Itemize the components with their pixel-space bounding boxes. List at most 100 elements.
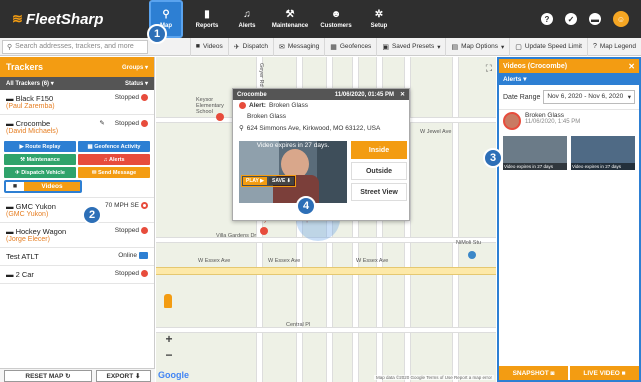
- truck-icon: ▬: [6, 119, 16, 128]
- customers-icon: ☻: [330, 8, 342, 20]
- tracker-driver: (Paul Zaremba): [6, 103, 55, 110]
- trackers-panel: Trackers Groups ▾ All Trackers (6) ▾ Sta…: [0, 57, 155, 382]
- fullscreen-icon[interactable]: ⛶: [486, 63, 492, 74]
- videos-panel-footer: SNAPSHOT ◙ LIVE VIDEO ■: [499, 366, 639, 380]
- close-icon[interactable]: ✕: [628, 62, 635, 71]
- action-row: ⚒ Maintenance ♫ Alerts: [4, 154, 150, 165]
- toolbar-map-legend[interactable]: ? Map Legend: [586, 37, 641, 56]
- map-attribution[interactable]: Map data ©2020 Google Terms of Use Repor…: [373, 375, 494, 380]
- video-expire-text: Video expires in 27 days.: [256, 142, 330, 149]
- alerts-dropdown[interactable]: Alerts ▾: [499, 73, 639, 85]
- video-thumbnail[interactable]: Video expires in 27 days: [503, 136, 567, 170]
- popup-alert-label: Alert:: [249, 102, 266, 109]
- step-badge-1: 1: [147, 24, 167, 44]
- street-view-button[interactable]: Street View: [351, 183, 407, 201]
- tracker-status: Stopped: [115, 270, 148, 277]
- stopped-icon: [141, 270, 148, 277]
- tracker-status-text: Online: [118, 252, 137, 259]
- tracker-row-crocombe[interactable]: ▬ Crocombe (David Michaels) ✎ Stopped: [0, 115, 154, 139]
- toolbar-update-speed-limit[interactable]: ▢ Update Speed Limit: [509, 37, 587, 56]
- user-avatar[interactable]: ☺: [613, 11, 629, 27]
- video-thumbnail[interactable]: Video expires in 27 days: [571, 136, 635, 170]
- nav-maintenance[interactable]: ⚒ Maintenance: [267, 0, 313, 38]
- help-icon[interactable]: ?: [541, 13, 553, 25]
- close-icon[interactable]: ✕: [400, 91, 405, 98]
- truck-icon: ▬: [6, 227, 16, 236]
- maintenance-label: Maintenance: [26, 156, 60, 163]
- send-message-label: Send Message: [97, 169, 137, 176]
- save-label: SAVE: [272, 178, 286, 184]
- groups-dropdown[interactable]: Groups ▾: [122, 64, 154, 71]
- nav-customers[interactable]: ☻ Customers: [313, 0, 359, 38]
- video-controls: PLAY ▶ SAVE ⬇: [241, 175, 296, 187]
- save-button[interactable]: SAVE ⬇: [269, 177, 294, 185]
- outside-camera-button[interactable]: Outside: [351, 162, 407, 180]
- live-video-button[interactable]: LIVE VIDEO ■: [570, 366, 639, 380]
- chat-icon[interactable]: ▬: [589, 13, 601, 25]
- zoom-out-button[interactable]: −: [162, 348, 176, 362]
- export-label: EXPORT: [106, 372, 134, 380]
- live-video-label: LIVE VIDEO: [583, 369, 620, 377]
- inside-camera-button[interactable]: Inside: [351, 141, 407, 159]
- play-button[interactable]: PLAY ▶: [243, 177, 268, 185]
- school-pin-icon[interactable]: [216, 113, 224, 121]
- tracker-row-gmc-yukon[interactable]: ▬ GMC Yukon (GMC Yukon) 70 MPH SE: [0, 198, 154, 223]
- status-dropdown[interactable]: Status ▾: [125, 80, 148, 87]
- nav-reports[interactable]: ▮ Reports: [187, 0, 227, 38]
- alerts-button[interactable]: ♫ Alerts: [78, 154, 150, 165]
- tracker-row-black-f150[interactable]: ▬ Black F150 (Paul Zaremba) Stopped: [0, 90, 154, 115]
- tracker-row-test-atlt[interactable]: Test ATLT Online: [0, 248, 154, 266]
- tracker-name: GMC Yukon: [15, 202, 56, 211]
- toolbar-geofences[interactable]: ▦ Geofences: [324, 37, 376, 56]
- tracker-info: ▬ Black F150 (Paul Zaremba): [6, 94, 55, 110]
- toolbar-dispatch[interactable]: ✈ Dispatch: [227, 37, 273, 56]
- popup-title: Crocombe: [237, 91, 267, 98]
- video-thumbnails: Video expires in 27 days Video expires i…: [499, 132, 639, 174]
- tracker-status: Online: [118, 252, 148, 259]
- map-label-jewel: W Jewel Ave: [420, 129, 452, 135]
- nav-alerts[interactable]: ♫ Alerts: [227, 0, 267, 38]
- toolbar-videos[interactable]: ■ Videos: [189, 37, 228, 56]
- edit-icon[interactable]: ✎: [99, 119, 104, 127]
- toolbar-dispatch-label: Dispatch: [242, 43, 268, 50]
- tracker-row-hockey-wagon[interactable]: ▬ Hockey Wagon (Jorge Elecer) Stopped: [0, 223, 154, 248]
- export-button[interactable]: EXPORT ⬇: [96, 370, 151, 382]
- toolbar-items: ■ Videos ✈ Dispatch ✉ Messaging ▦ Geofences …: [189, 37, 641, 56]
- route-replay-button[interactable]: ▶ Route Replay: [4, 141, 76, 152]
- date-range-select[interactable]: Nov 6, 2020 - Nov 6, 2020 ▾: [543, 90, 635, 104]
- nav-setup[interactable]: ✲ Setup: [359, 0, 399, 38]
- search-placeholder: Search addresses, trackers, and more: [15, 43, 134, 50]
- video-alert-item[interactable]: Broken Glass 11/06/2020, 1:45 PM: [499, 109, 639, 132]
- tracker-driver: (David Michaels): [6, 128, 59, 135]
- tracker-status-text: Stopped: [114, 94, 139, 101]
- toolbar-map-options[interactable]: ▤ Map Options ▾: [445, 37, 509, 56]
- dispatch-vehicle-label: Dispatch Vehicle: [21, 169, 65, 176]
- video-frame-right: [317, 141, 347, 203]
- videos-button[interactable]: ■ Videos: [4, 180, 82, 193]
- poi-pin-icon[interactable]: [260, 227, 268, 235]
- trackers-header: Trackers Groups ▾: [0, 57, 154, 77]
- maintenance-button[interactable]: ⚒ Maintenance: [4, 154, 76, 165]
- toolbar-saved-presets[interactable]: ▣ Saved Presets ▾: [376, 37, 445, 56]
- tracker-info: ▬ GMC Yukon (GMC Yukon): [6, 202, 56, 218]
- geofence-activity-button[interactable]: ▦ Geofence Activity: [78, 141, 150, 152]
- reports-icon: ▮: [204, 8, 210, 20]
- snapshot-button[interactable]: SNAPSHOT ◙: [499, 366, 568, 380]
- send-message-button[interactable]: ✉ Send Message: [78, 167, 150, 178]
- dispatch-vehicle-button[interactable]: ✈ Dispatch Vehicle: [4, 167, 76, 178]
- toolbar-messaging[interactable]: ✉ Messaging: [272, 37, 324, 56]
- reset-map-button[interactable]: RESET MAP ↻: [4, 370, 92, 382]
- fleetsharp-logo[interactable]: ≋ FleetSharp: [0, 0, 145, 38]
- poi-pin-icon[interactable]: [468, 251, 476, 259]
- check-icon[interactable]: ✓: [565, 13, 577, 25]
- search-input[interactable]: ⚲ Search addresses, trackers, and more: [2, 39, 148, 54]
- video-player[interactable]: Video expires in 27 days. PLAY ▶ SAVE ⬇: [239, 141, 347, 203]
- alert-icon: [239, 102, 246, 109]
- tracker-info: ▬ Hockey Wagon (Jorge Elecer): [6, 227, 66, 243]
- zoom-in-button[interactable]: +: [162, 332, 176, 346]
- all-trackers-dropdown[interactable]: All Trackers (6) ▾: [6, 80, 54, 87]
- street-view-pegman-icon[interactable]: [164, 294, 172, 308]
- truck-icon: ▬: [6, 270, 16, 279]
- geofences-icon: ▦: [330, 43, 337, 51]
- tracker-row-2-car[interactable]: ▬ 2 Car Stopped: [0, 266, 154, 284]
